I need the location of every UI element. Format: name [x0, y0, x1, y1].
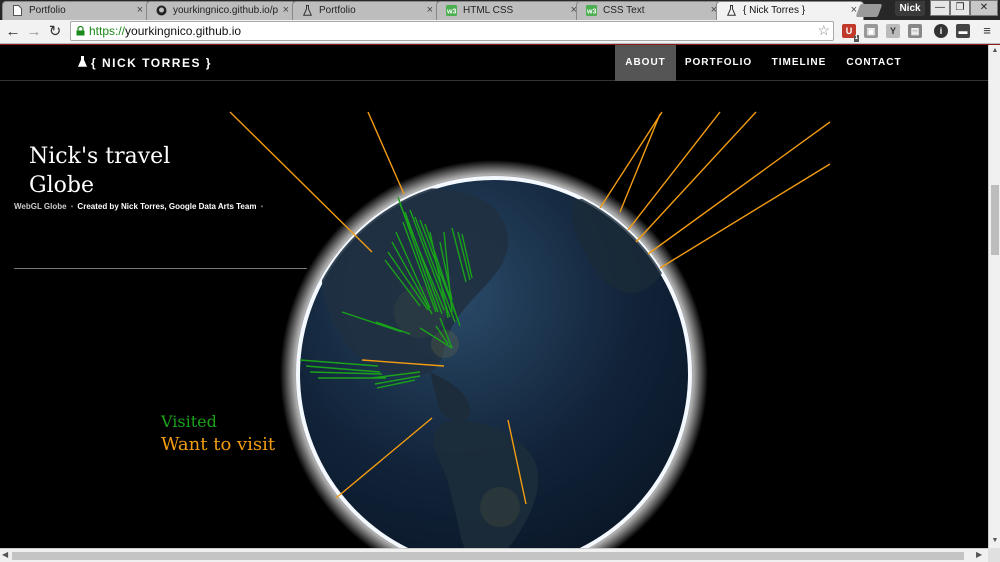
close-icon[interactable]: × [283, 4, 289, 16]
restore-button[interactable]: ❐ [950, 0, 970, 16]
forward-icon[interactable]: → [25, 23, 43, 41]
browser-tab-1[interactable]: Portfolio × [2, 1, 150, 20]
separator-dot: • [70, 202, 74, 211]
url-host: yourkingnico.github.io [125, 24, 242, 38]
want-marker-line [367, 111, 405, 195]
ycombinator-extension-icon[interactable]: Y [886, 24, 900, 38]
profile-button[interactable]: Nick [895, 1, 925, 16]
tab-label: HTML CSS [463, 5, 514, 16]
site-navbar: { NICK TORRES } ABOUT PORTFOLIO TIMELINE… [0, 45, 988, 81]
want-marker-line [599, 111, 663, 209]
tab-label: { Nick Torres } [743, 5, 806, 16]
want-marker-line [635, 111, 757, 243]
scroll-down-arrow-icon[interactable]: ▼ [990, 537, 1000, 544]
globe-section: Nick's travel Globe WebGL Globe • Created … [0, 82, 988, 548]
legend-want-to-visit[interactable]: Want to visit [161, 434, 275, 455]
browser-tab-strip: Portfolio × yourkingnico.github.io/p × P… [0, 0, 1000, 20]
nav-contact[interactable]: CONTACT [837, 45, 911, 81]
credits-line: WebGL Globe • Created by Nick Torres, Goog… [14, 202, 267, 211]
credit-text: Created by Nick Torres, Google Data Arts… [77, 202, 257, 211]
nav-timeline[interactable]: TIMELINE [761, 45, 837, 81]
page-icon [12, 5, 23, 16]
scroll-left-arrow-icon[interactable]: ◀ [2, 550, 8, 559]
title-line-1: Nick's travel [29, 144, 171, 169]
browser-toolbar: ← → ↻ https://yourkingnico.github.io ☆ U… [0, 20, 1000, 44]
flask-icon [302, 5, 313, 16]
extension-icon[interactable]: ▤ [908, 24, 922, 38]
extension-badge: 1 [853, 35, 859, 42]
tab-label: Portfolio [29, 5, 66, 16]
nav-portfolio[interactable]: PORTFOLIO [676, 45, 761, 81]
vertical-scrollbar[interactable]: ▲ ▼ [988, 45, 1000, 548]
url-text: https://yourkingnico.github.io [89, 24, 241, 38]
want-marker-line [659, 163, 831, 269]
tab-label: CSS Text [603, 5, 645, 16]
w3-icon: w3 [446, 5, 457, 16]
scroll-up-arrow-icon[interactable]: ▲ [990, 47, 1000, 54]
url-scheme: https:// [89, 24, 126, 38]
svg-text:w3: w3 [586, 9, 596, 16]
ublock-extension-icon[interactable]: U1 [842, 24, 859, 42]
tab-label: yourkingnico.github.io/p [173, 5, 279, 16]
bookmark-star-icon[interactable]: ☆ [817, 22, 830, 39]
scrollbar-thumb[interactable] [991, 185, 999, 255]
menu-icon[interactable]: ≡ [980, 24, 994, 38]
minimize-button[interactable]: — [930, 0, 950, 16]
back-icon[interactable]: ← [4, 23, 22, 41]
close-icon[interactable]: × [137, 4, 143, 16]
scrollbar-corner [988, 548, 1000, 562]
separator-dot: • [260, 202, 264, 211]
lock-icon [76, 26, 85, 36]
info-extension-icon[interactable]: i [934, 24, 948, 38]
scroll-right-arrow-icon[interactable]: ▶ [976, 550, 982, 559]
scrollbar-thumb[interactable] [12, 552, 964, 560]
new-tab-button[interactable] [855, 4, 883, 17]
w3-icon: w3 [586, 5, 597, 16]
nav-about[interactable]: ABOUT [615, 45, 676, 81]
address-bar[interactable]: https://yourkingnico.github.io ☆ [70, 21, 834, 41]
webgl-globe-link[interactable]: WebGL Globe [14, 202, 67, 211]
svg-text:w3: w3 [446, 9, 456, 16]
want-marker-line [229, 111, 373, 253]
extension-icon[interactable]: ▣ [864, 24, 878, 38]
github-icon [156, 5, 167, 16]
want-marker-line [647, 121, 831, 255]
title-line-2: Globe [29, 173, 94, 198]
horizontal-scrollbar[interactable]: ◀ ▶ [0, 548, 988, 562]
browser-tab-4[interactable]: w3 HTML CSS × [436, 1, 584, 20]
legend-visited[interactable]: Visited [161, 412, 217, 431]
browser-tab-3[interactable]: Portfolio × [292, 1, 440, 20]
tab-label: Portfolio [319, 5, 356, 16]
flask-icon [77, 56, 88, 70]
close-icon[interactable]: × [427, 4, 433, 16]
browser-tab-5[interactable]: w3 CSS Text × [576, 1, 724, 20]
window-close-button[interactable]: ✕ [970, 0, 998, 16]
extension-icon[interactable]: ▬ [956, 24, 970, 38]
browser-tab-2[interactable]: yourkingnico.github.io/p × [146, 1, 296, 20]
reload-icon[interactable]: ↻ [46, 23, 64, 41]
brand-logo[interactable]: { NICK TORRES } [77, 56, 212, 70]
page-title: Nick's travel Globe [29, 142, 229, 200]
browser-tab-6[interactable]: { Nick Torres } × [716, 1, 864, 20]
divider [14, 268, 307, 269]
flask-icon [726, 5, 737, 16]
brand-text: { NICK TORRES } [91, 56, 212, 70]
